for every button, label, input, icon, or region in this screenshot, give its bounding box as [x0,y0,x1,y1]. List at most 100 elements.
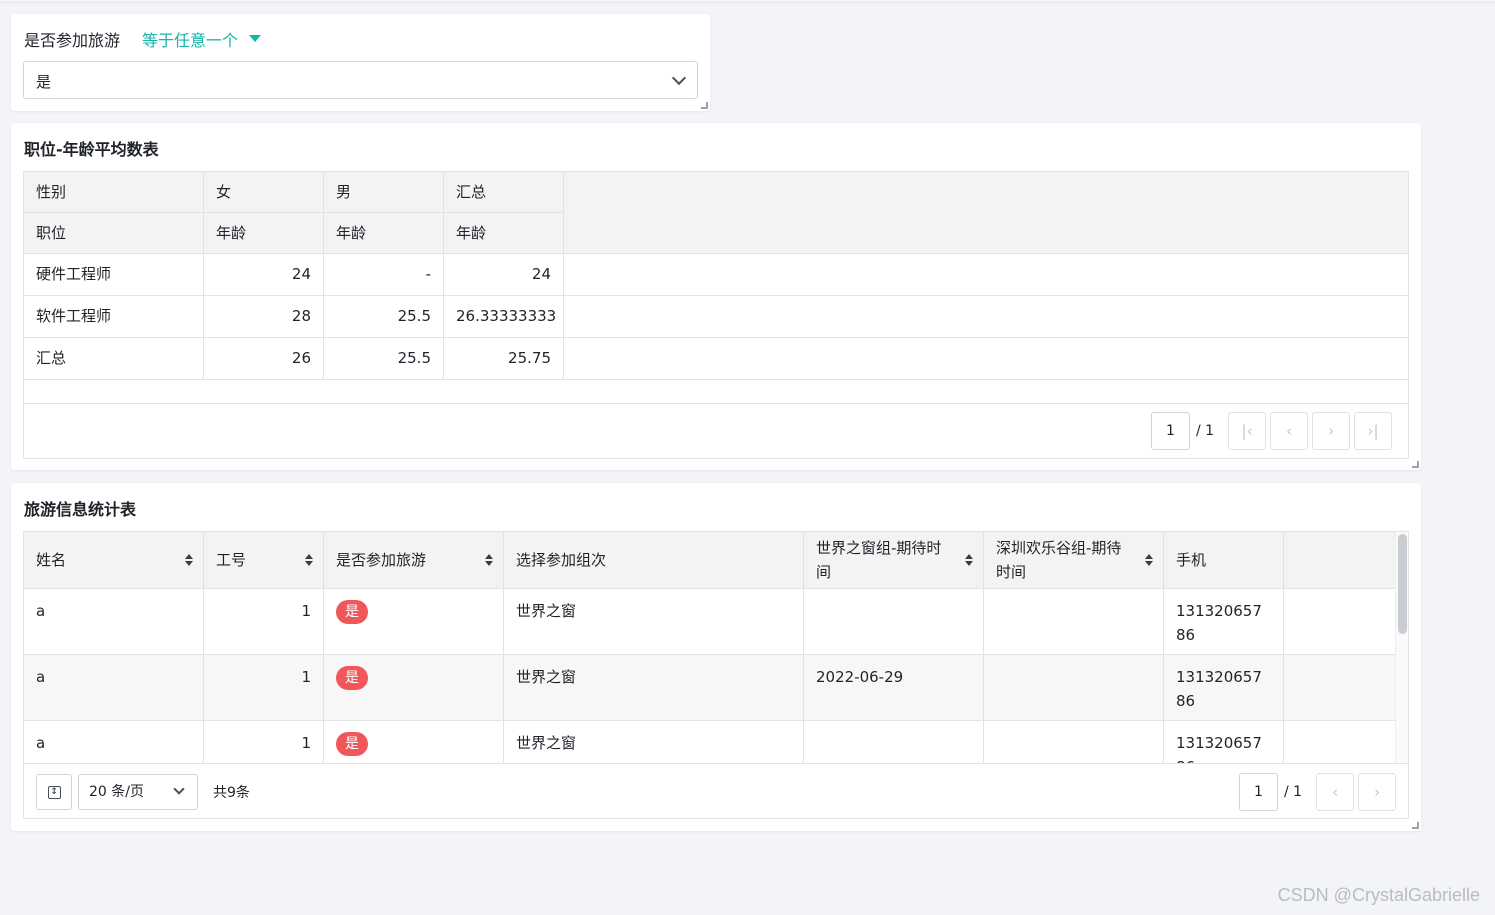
resize-grip-icon[interactable] [701,102,708,109]
resize-grip-icon[interactable] [1412,822,1419,829]
column-header-label: 深圳欢乐谷组-期待时间 [996,539,1122,581]
pivot-cell: 26 [204,338,324,380]
vertical-scrollbar[interactable] [1395,532,1408,763]
column-header-label: 工号 [216,551,247,569]
prev-page-icon: ‹ [1286,422,1293,440]
table-cell: a [24,589,204,655]
table-cell: 1 [204,655,324,721]
next-page-icon: › [1328,422,1335,440]
table-cell: 1 [204,589,324,655]
sort-icon[interactable] [965,554,973,568]
pivot-header-cell: 年龄 [204,213,324,254]
pivot-pager: 1 / 1 |‹ ‹ › ›| [1151,412,1393,450]
column-header-label: 选择参加组次 [516,551,607,569]
table-cell [804,589,984,655]
chevron-down-icon [173,783,185,795]
table-cell: 是 [324,655,504,721]
expand-button[interactable]: ↕ [36,774,72,810]
next-page-button[interactable]: › [1358,773,1397,811]
pivot-header-cell: 汇总 [444,172,564,213]
pivot-header-filler [564,172,1408,254]
pivot-table-widget: 职位-年龄平均数表 性别 女 男 汇总 职位 年龄 年龄 年龄 硬件工程师 24… [11,123,1421,470]
column-header-join[interactable]: 是否参加旅游 [324,532,504,589]
travel-table-widget: 旅游信息统计表 姓名 工号 是否参加旅游 选择参加组次 世界之窗组-期待时间 深… [11,483,1421,831]
pivot-title: 职位-年龄平均数表 [24,140,159,159]
pivot-row-label: 硬件工程师 [24,254,204,296]
page-total: / 1 [1196,423,1215,439]
pivot-header-cell: 职位 [24,213,204,254]
column-header-window-time[interactable]: 世界之窗组-期待时间 [804,532,984,589]
last-page-icon: ›| [1367,422,1379,440]
column-header-phone[interactable]: 手机 [1164,532,1284,589]
table-cell-filler [1284,589,1408,655]
pivot-cell: 26.33333333 [444,296,564,338]
pivot-header-cell: 年龄 [444,213,564,254]
filter-value-select[interactable]: 是 [23,61,698,99]
sort-icon[interactable] [185,554,193,568]
table-cell: 世界之窗 [504,655,804,721]
table-footer: ↕ 20 条/页 共9条 1 / 1 ‹ › [24,763,1408,818]
resize-grip-icon[interactable] [1412,461,1419,468]
column-header-name[interactable]: 姓名 [24,532,204,589]
pivot-row-filler [564,296,1408,338]
table-cell [984,589,1164,655]
table-cell-filler [1284,655,1408,721]
status-badge: 是 [336,600,368,624]
column-header-label: 世界之窗组-期待时间 [816,539,942,581]
watermark: CSDN @CrystalGabrielle [1277,885,1480,905]
prev-page-icon: ‹ [1332,783,1339,801]
pivot-table: 性别 女 男 汇总 职位 年龄 年龄 年龄 硬件工程师 24 - 24 软件工程… [23,171,1409,459]
filter-selected-value: 是 [36,73,52,91]
table-cell: 13132065786 [1164,655,1284,721]
column-header-filler [1284,532,1408,589]
column-header-id[interactable]: 工号 [204,532,324,589]
travel-pager: 1 / 1 ‹ › [1239,773,1397,811]
table-cell: 世界之窗 [504,589,804,655]
pivot-cell: - [324,254,444,296]
page-number-input[interactable]: 1 [1151,412,1190,450]
pivot-row-label: 软件工程师 [24,296,204,338]
table-cell [984,655,1164,721]
pivot-spacer [24,380,1408,404]
pivot-cell: 25.5 [324,296,444,338]
caret-down-icon[interactable] [249,35,261,42]
status-badge: 是 [336,732,368,756]
expand-icon: ↕ [47,785,61,799]
pivot-cell: 25.75 [444,338,564,380]
last-page-button[interactable]: ›| [1354,412,1393,450]
page-size-select[interactable]: 20 条/页 [78,774,198,810]
pivot-header-cell: 年龄 [324,213,444,254]
filter-widget: 是否参加旅游 等于任意一个 是 [11,14,710,111]
pivot-row-filler [564,254,1408,296]
column-header-happy-time[interactable]: 深圳欢乐谷组-期待时间 [984,532,1164,589]
sort-icon[interactable] [1145,554,1153,568]
pivot-cell: 24 [204,254,324,296]
column-header-label: 是否参加旅游 [336,551,427,569]
table-cell: a [24,655,204,721]
pivot-header-cell: 性别 [24,172,204,213]
prev-page-button[interactable]: ‹ [1316,773,1355,811]
next-page-icon: › [1374,783,1381,801]
column-header-group[interactable]: 选择参加组次 [504,532,804,589]
filter-label: 是否参加旅游 [24,31,121,50]
pivot-row-filler [564,338,1408,380]
sort-icon[interactable] [485,554,493,568]
pivot-header-cell: 男 [324,172,444,213]
pivot-cell: 28 [204,296,324,338]
sort-icon[interactable] [305,554,313,568]
column-header-label: 姓名 [36,551,67,569]
travel-title: 旅游信息统计表 [24,500,137,519]
column-header-label: 手机 [1176,551,1207,569]
table-cell: 是 [324,589,504,655]
first-page-button[interactable]: |‹ [1228,412,1267,450]
page-number-input[interactable]: 1 [1239,773,1278,811]
prev-page-button[interactable]: ‹ [1270,412,1309,450]
page-total: / 1 [1284,784,1303,800]
filter-operator-dropdown[interactable]: 等于任意一个 [142,27,238,51]
pivot-cell: 24 [444,254,564,296]
status-badge: 是 [336,666,368,690]
travel-table: 姓名 工号 是否参加旅游 选择参加组次 世界之窗组-期待时间 深圳欢乐谷组-期待… [23,531,1409,819]
scrollbar-thumb[interactable] [1398,534,1407,634]
table-cell: 2022-06-29 [804,655,984,721]
next-page-button[interactable]: › [1312,412,1351,450]
